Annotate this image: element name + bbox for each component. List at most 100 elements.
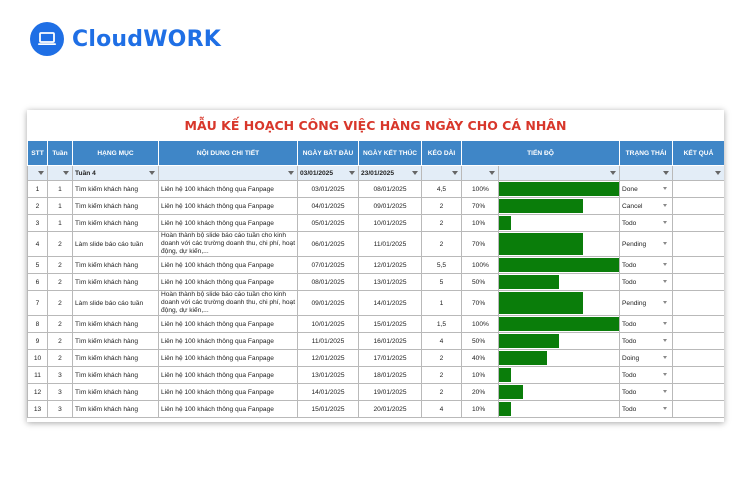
cell-progress-pct[interactable]: 20%	[461, 383, 499, 401]
cell-result[interactable]	[672, 214, 724, 232]
cell-result[interactable]	[672, 383, 724, 401]
filter-duration[interactable]	[421, 165, 462, 181]
cell-result[interactable]	[672, 180, 724, 198]
cell-week[interactable]: 2	[47, 349, 73, 367]
cell-week[interactable]: 1	[47, 197, 73, 215]
cell-category[interactable]: Tìm kiếm khách hàng	[72, 332, 159, 350]
filter-status[interactable]	[619, 165, 673, 181]
cell-progress-pct[interactable]: 10%	[461, 400, 499, 418]
cell-progress-bar[interactable]	[498, 273, 620, 291]
cell-end-date[interactable]: 14/01/2025	[358, 290, 422, 316]
cell-category[interactable]: Tìm kiếm khách hàng	[72, 180, 159, 198]
cell-end-date[interactable]: 10/01/2025	[358, 214, 422, 232]
filter-end-date[interactable]: 23/01/2025	[358, 165, 422, 181]
cell-detail[interactable]: Liên hệ 100 khách thông qua Fanpage	[158, 256, 298, 274]
cell-result[interactable]	[672, 366, 724, 384]
cell-status[interactable]: Doing	[619, 349, 673, 367]
cell-detail[interactable]: Liên hệ 100 khách thông qua Fanpage	[158, 180, 298, 198]
cell-progress-pct[interactable]: 100%	[461, 256, 499, 274]
cell-status[interactable]: Todo	[619, 256, 673, 274]
cell-stt[interactable]: 1	[27, 180, 48, 198]
cell-progress-bar[interactable]	[498, 315, 620, 333]
cell-status[interactable]: Todo	[619, 383, 673, 401]
cell-stt[interactable]: 13	[27, 400, 48, 418]
cell-result[interactable]	[672, 349, 724, 367]
cell-duration[interactable]: 1,5	[421, 315, 462, 333]
cell-category[interactable]: Tìm kiếm khách hàng	[72, 214, 159, 232]
cell-end-date[interactable]: 13/01/2025	[358, 273, 422, 291]
cell-status[interactable]: Todo	[619, 366, 673, 384]
cell-result[interactable]	[672, 256, 724, 274]
cell-progress-bar[interactable]	[498, 332, 620, 350]
cell-progress-pct[interactable]: 100%	[461, 315, 499, 333]
cell-duration[interactable]: 4	[421, 332, 462, 350]
cell-progress-bar[interactable]	[498, 383, 620, 401]
cell-start-date[interactable]: 05/01/2025	[297, 214, 359, 232]
cell-progress-pct[interactable]: 10%	[461, 214, 499, 232]
cell-start-date[interactable]: 07/01/2025	[297, 256, 359, 274]
cell-detail[interactable]: Liên hệ 100 khách thông qua Fanpage	[158, 383, 298, 401]
cell-progress-bar[interactable]	[498, 197, 620, 215]
cell-week[interactable]: 3	[47, 400, 73, 418]
cell-stt[interactable]: 7	[27, 290, 48, 316]
cell-end-date[interactable]: 18/01/2025	[358, 366, 422, 384]
cell-status[interactable]: Todo	[619, 214, 673, 232]
cell-end-date[interactable]: 08/01/2025	[358, 180, 422, 198]
cell-start-date[interactable]: 06/01/2025	[297, 231, 359, 257]
cell-detail[interactable]: Liên hệ 100 khách thông qua Fanpage	[158, 332, 298, 350]
cell-stt[interactable]: 6	[27, 273, 48, 291]
cell-status[interactable]: Todo	[619, 400, 673, 418]
cell-progress-bar[interactable]	[498, 180, 620, 198]
cell-end-date[interactable]: 16/01/2025	[358, 332, 422, 350]
cell-week[interactable]: 3	[47, 366, 73, 384]
cell-detail[interactable]: Liên hệ 100 khách thông qua Fanpage	[158, 315, 298, 333]
cell-end-date[interactable]: 12/01/2025	[358, 256, 422, 274]
cell-end-date[interactable]: 15/01/2025	[358, 315, 422, 333]
filter-progress-pct[interactable]	[461, 165, 499, 181]
cell-duration[interactable]: 2	[421, 383, 462, 401]
cell-result[interactable]	[672, 315, 724, 333]
cell-progress-bar[interactable]	[498, 290, 620, 316]
cell-start-date[interactable]: 08/01/2025	[297, 273, 359, 291]
filter-result[interactable]	[672, 165, 724, 181]
cell-week[interactable]: 2	[47, 231, 73, 257]
cell-category[interactable]: Làm slide báo cáo tuần	[72, 231, 159, 257]
cell-end-date[interactable]: 19/01/2025	[358, 383, 422, 401]
cell-start-date[interactable]: 03/01/2025	[297, 180, 359, 198]
cell-result[interactable]	[672, 290, 724, 316]
cell-status[interactable]: Done	[619, 180, 673, 198]
cell-detail[interactable]: Liên hệ 100 khách thông qua Fanpage	[158, 214, 298, 232]
cell-detail[interactable]: Liên hệ 100 khách thông qua Fanpage	[158, 349, 298, 367]
cell-stt[interactable]: 12	[27, 383, 48, 401]
cell-category[interactable]: Tìm kiếm khách hàng	[72, 400, 159, 418]
filter-detail[interactable]	[158, 165, 298, 181]
cell-duration[interactable]: 1	[421, 290, 462, 316]
filter-week[interactable]	[47, 165, 73, 181]
cell-week[interactable]: 2	[47, 315, 73, 333]
cell-progress-bar[interactable]	[498, 214, 620, 232]
cell-start-date[interactable]: 11/01/2025	[297, 332, 359, 350]
cell-duration[interactable]: 4,5	[421, 180, 462, 198]
cell-week[interactable]: 1	[47, 214, 73, 232]
cell-category[interactable]: Tìm kiếm khách hàng	[72, 366, 159, 384]
cell-week[interactable]: 3	[47, 383, 73, 401]
cell-category[interactable]: Tìm kiếm khách hàng	[72, 197, 159, 215]
cell-result[interactable]	[672, 197, 724, 215]
cell-category[interactable]: Tìm kiếm khách hàng	[72, 315, 159, 333]
cell-status[interactable]: Cancel	[619, 197, 673, 215]
cell-duration[interactable]: 2	[421, 366, 462, 384]
cell-progress-pct[interactable]: 70%	[461, 290, 499, 316]
cell-duration[interactable]: 2	[421, 231, 462, 257]
filter-progress-bar[interactable]	[498, 165, 620, 181]
cell-progress-bar[interactable]	[498, 349, 620, 367]
cell-end-date[interactable]: 11/01/2025	[358, 231, 422, 257]
cell-progress-pct[interactable]: 10%	[461, 366, 499, 384]
cell-start-date[interactable]: 13/01/2025	[297, 366, 359, 384]
cell-status[interactable]: Pending	[619, 290, 673, 316]
cell-result[interactable]	[672, 273, 724, 291]
cell-progress-pct[interactable]: 50%	[461, 332, 499, 350]
cell-detail[interactable]: Liên hệ 100 khách thông qua Fanpage	[158, 400, 298, 418]
cell-start-date[interactable]: 15/01/2025	[297, 400, 359, 418]
cell-stt[interactable]: 2	[27, 197, 48, 215]
cell-progress-pct[interactable]: 70%	[461, 231, 499, 257]
